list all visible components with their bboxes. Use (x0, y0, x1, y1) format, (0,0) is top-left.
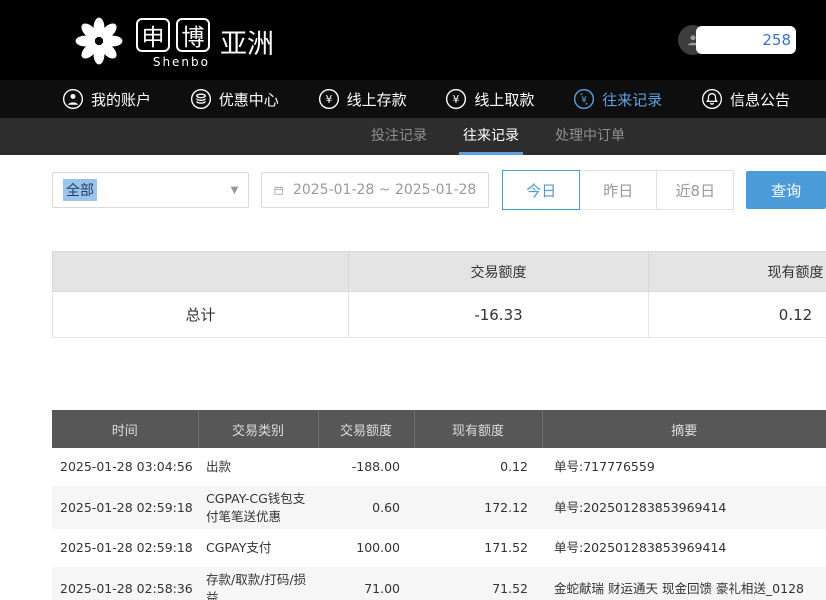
tab-pending-orders[interactable]: 处理中订单 (551, 118, 629, 155)
user-name-redacted: 258 (696, 26, 796, 54)
nav-item-online-deposit[interactable]: ¥ 线上存款 (318, 88, 407, 110)
nav-item-label: 优惠中心 (219, 89, 279, 110)
cell-balance: 0.12 (414, 448, 542, 486)
nav-item-label: 信息公告 (730, 89, 790, 110)
cell-summary: 金蛇献瑞 财运通天 现金回馈 豪礼相送_0128 (542, 567, 826, 600)
nav-item-my-account[interactable]: 我的账户 (62, 88, 151, 110)
summary-header-blank (53, 252, 349, 292)
filter-bar: 全部 ▼ 2025-01-28 ~ 2025-01-28 今日 昨日 近8日 查… (52, 169, 826, 211)
cell-balance: 172.12 (414, 486, 542, 529)
brand-logo[interactable]: 申 博 Shenbo 亚洲 (72, 12, 274, 69)
summary-total-label: 总计 (53, 292, 349, 338)
brand-char-2: 博 (176, 18, 210, 52)
calendar-icon (274, 183, 284, 198)
col-header-balance: 现有额度 (414, 410, 542, 448)
withdraw-icon: ¥ (445, 88, 467, 110)
cell-type: 出款 (198, 448, 318, 486)
records-icon: ¥ (573, 88, 595, 110)
summary-section: 交易额度 现有额度 总计 -16.33 0.12 (52, 251, 826, 338)
user-icon (62, 88, 84, 110)
cell-time: 2025-01-28 02:58:36 (52, 567, 198, 600)
chevron-down-icon: ▼ (231, 185, 239, 196)
cell-type: CGPAY支付 (198, 529, 318, 567)
tab-label: 处理中订单 (555, 125, 625, 145)
cell-balance: 71.52 (414, 567, 542, 600)
summary-total-balance: 0.12 (649, 292, 826, 338)
tab-transaction-records[interactable]: 往来记录 (459, 118, 523, 155)
cell-time: 2025-01-28 03:04:56 (52, 448, 198, 486)
table-row: 2025-01-28 02:59:18CGPAY支付100.00171.52单号… (52, 529, 826, 567)
brand-region: 亚洲 (220, 22, 274, 61)
today-button[interactable]: 今日 (502, 170, 580, 210)
cell-amount: 71.00 (318, 567, 414, 600)
cell-time: 2025-01-28 02:59:18 (52, 486, 198, 529)
brand-boxes: 申 博 (136, 18, 210, 52)
sub-nav: 投注记录 往来记录 处理中订单 (0, 118, 826, 155)
nav-item-label: 往来记录 (602, 89, 662, 110)
table-row: 2025-01-28 02:59:18CGPAY-CG钱包支付笔笔送优惠0.60… (52, 486, 826, 529)
cell-summary: 单号:717776559 (542, 448, 826, 486)
bell-icon (701, 88, 723, 110)
main-nav: 我的账户 优惠中心 ¥ 线上存款 ¥ 线上取款 ¥ 往来记录 (0, 80, 826, 118)
brand-char-1: 申 (136, 18, 170, 52)
col-header-time: 时间 (52, 410, 198, 448)
col-header-type: 交易类别 (198, 410, 318, 448)
date-range-value: 2025-01-28 ~ 2025-01-28 (293, 182, 476, 198)
svg-text:¥: ¥ (325, 94, 332, 106)
cell-type: CGPAY-CG钱包支付笔笔送优惠 (198, 486, 318, 529)
tab-label: 往来记录 (463, 125, 519, 145)
nav-item-label: 我的账户 (91, 89, 151, 110)
deposit-icon: ¥ (318, 88, 340, 110)
tab-betting-records[interactable]: 投注记录 (367, 118, 431, 155)
cell-type: 存款/取款/打码/损益 (198, 567, 318, 600)
cell-summary: 单号:202501283853969414 (542, 529, 826, 567)
user-number: 258 (762, 31, 791, 49)
cell-amount: 100.00 (318, 529, 414, 567)
summary-header-balance: 现有额度 (649, 252, 826, 292)
summary-total-transaction: -16.33 (349, 292, 649, 338)
table-row: 2025-01-28 03:04:56出款-188.000.12单号:71777… (52, 448, 826, 486)
type-select[interactable]: 全部 ▼ (52, 172, 249, 208)
quick-date-buttons: 今日 昨日 近8日 (503, 170, 734, 210)
flower-logo-icon (72, 14, 126, 68)
yesterday-button[interactable]: 昨日 (579, 170, 657, 210)
records-table: 时间 交易类别 交易额度 现有额度 摘要 2025-01-28 03:04:56… (52, 410, 826, 600)
nav-item-label: 线上存款 (347, 89, 407, 110)
cell-balance: 171.52 (414, 529, 542, 567)
quick-button-label: 近8日 (676, 180, 716, 201)
brand-subtitle: Shenbo (153, 55, 210, 69)
col-header-amount: 交易额度 (318, 410, 414, 448)
page: 申 博 Shenbo 亚洲 258 我的账户 (0, 0, 826, 600)
top-bar: 申 博 Shenbo 亚洲 258 (0, 0, 826, 80)
col-header-summary: 摘要 (542, 410, 826, 448)
query-button[interactable]: 查询 (746, 171, 826, 209)
records-header-row: 时间 交易类别 交易额度 现有额度 摘要 (52, 410, 826, 448)
summary-table: 交易额度 现有额度 总计 -16.33 0.12 (52, 251, 826, 338)
nav-item-promo-center[interactable]: 优惠中心 (190, 88, 279, 110)
summary-total-row: 总计 -16.33 0.12 (53, 292, 826, 338)
last-8-days-button[interactable]: 近8日 (656, 170, 734, 210)
summary-header-transaction: 交易额度 (349, 252, 649, 292)
type-select-value: 全部 (63, 179, 97, 201)
table-row: 2025-01-28 02:58:36存款/取款/打码/损益71.0071.52… (52, 567, 826, 600)
cell-amount: 0.60 (318, 486, 414, 529)
svg-text:¥: ¥ (453, 94, 460, 106)
cell-summary: 单号:202501283853969414 (542, 486, 826, 529)
coins-icon (190, 88, 212, 110)
brand-name: 申 博 Shenbo (136, 18, 210, 69)
cell-time: 2025-01-28 02:59:18 (52, 529, 198, 567)
nav-item-online-withdraw[interactable]: ¥ 线上取款 (445, 88, 534, 110)
cell-amount: -188.00 (318, 448, 414, 486)
records-section: 时间 交易类别 交易额度 现有额度 摘要 2025-01-28 03:04:56… (52, 410, 826, 600)
nav-item-announcements[interactable]: 信息公告 (701, 88, 790, 110)
quick-button-label: 昨日 (603, 180, 633, 201)
date-range-picker[interactable]: 2025-01-28 ~ 2025-01-28 (261, 172, 489, 208)
user-account-area[interactable]: 258 (678, 25, 796, 55)
nav-item-transaction-records[interactable]: ¥ 往来记录 (573, 88, 662, 110)
records-tbody: 2025-01-28 03:04:56出款-188.000.12单号:71777… (52, 448, 826, 600)
tab-label: 投注记录 (371, 125, 427, 145)
quick-button-label: 今日 (526, 180, 556, 201)
summary-header-row: 交易额度 现有额度 (53, 252, 826, 292)
nav-item-label: 线上取款 (474, 89, 534, 110)
